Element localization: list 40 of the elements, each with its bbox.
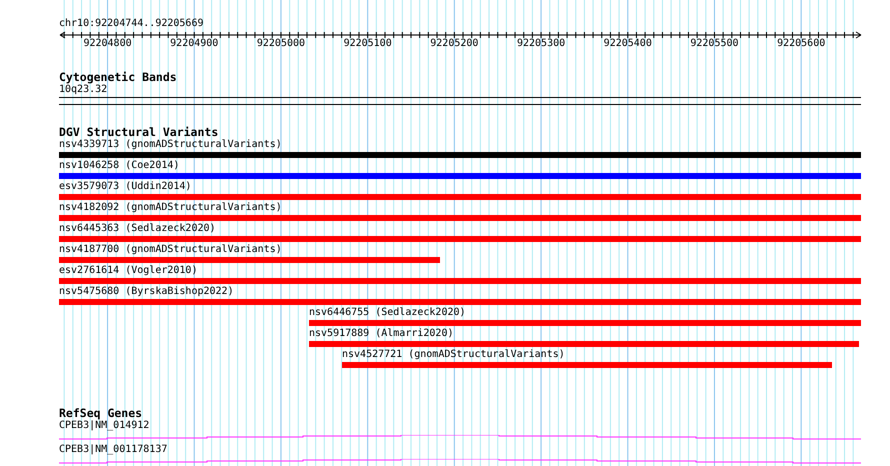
variant-label: esv2761614 (Vogler2010) (59, 265, 198, 276)
variant-bar[interactable] (342, 362, 832, 368)
variant-bar[interactable] (59, 152, 861, 158)
variant-bar[interactable] (59, 299, 861, 305)
variant-label: nsv5475680 (ByrskaBishop2022) (59, 286, 234, 297)
tick-label: 92205200 (430, 38, 478, 49)
location-label: chr10:92204744..92205669 (59, 17, 204, 30)
variant-bar[interactable] (59, 173, 861, 179)
tick-label: 92205400 (604, 38, 652, 49)
tick-label: 92205600 (777, 38, 826, 49)
variant-bar[interactable] (59, 215, 861, 221)
tick-label: 92204800 (83, 38, 132, 49)
track-title: RefSeq Genes (59, 407, 144, 420)
gene-label: CPEB3|NM_001178137 (59, 444, 168, 455)
track-title: Cytogenetic Bands (59, 71, 178, 84)
variant-bar[interactable] (309, 320, 861, 326)
variant-label: nsv4339713 (gnomADStructuralVariants) (59, 139, 282, 150)
gene-model-drawing[interactable] (59, 459, 861, 464)
variant-bar[interactable] (59, 278, 861, 284)
variant-label: nsv6446755 (Sedlazeck2020) (309, 307, 466, 318)
variant-label: nsv4527721 (gnomADStructuralVariants) (342, 349, 565, 360)
gene-model-drawing[interactable] (59, 435, 861, 440)
variant-label: nsv6445363 (Sedlazeck2020) (59, 223, 216, 234)
variant-label: nsv1046258 (Coe2014) (59, 160, 180, 171)
variant-label: nsv4187700 (gnomADStructuralVariants) (59, 244, 282, 255)
variant-bar[interactable] (309, 341, 859, 347)
band-label: 10q23.32 (59, 84, 108, 96)
tick-label: 92205000 (256, 38, 306, 49)
variant-bar[interactable] (59, 236, 861, 242)
gene-label: CPEB3|NM_014912 (59, 420, 150, 431)
variant-label: esv3579073 (Uddin2014) (59, 181, 192, 192)
variant-bar[interactable] (59, 194, 861, 200)
variant-label: nsv4182092 (gnomADStructuralVariants) (59, 202, 282, 213)
track-title: DGV Structural Variants (59, 126, 220, 139)
tick-label: 92205300 (516, 38, 566, 49)
tick-label: 92205500 (690, 38, 739, 49)
variant-bar[interactable] (59, 257, 440, 263)
tick-label: 92204900 (170, 38, 218, 49)
variant-label: nsv5917889 (Almarri2020) (309, 328, 454, 339)
tick-label: 92205100 (344, 38, 392, 49)
